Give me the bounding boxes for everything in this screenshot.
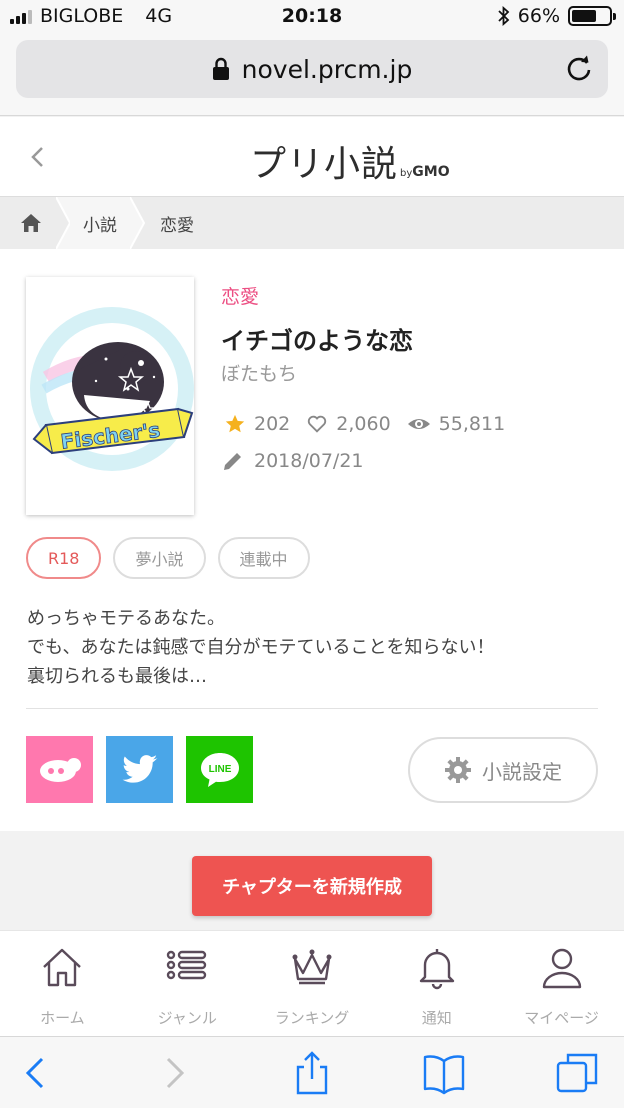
cover-illustration: Fischer's	[26, 277, 194, 515]
description-line: でも、あなたは鈍感で自分がモテていることを知らない！	[27, 637, 495, 658]
nav-label: マイページ	[524, 1009, 599, 1027]
star-count: 202	[224, 413, 290, 435]
bluetooth-icon	[498, 6, 510, 26]
tag-serializing[interactable]: 連載中	[217, 537, 310, 579]
list-icon	[166, 950, 207, 980]
view-count-value: 55,811	[438, 413, 506, 435]
bottom-navigation: ホーム ジャンル ランキング 通知 マイページ	[0, 930, 624, 1036]
description-line: 裏切られるも最後は…	[27, 666, 207, 687]
novel-detail-card: Fischer's 恋愛 イチゴのような恋 ぼたもち 202 2,060 55,…	[0, 249, 624, 831]
site-logo[interactable]: プリ小説 by GMO	[250, 135, 450, 187]
novel-settings-button[interactable]: 小説設定	[408, 737, 598, 803]
novel-description: めっちゃモテるあなた。 でも、あなたは鈍感で自分がモテていることを知らない！ 裏…	[27, 604, 494, 691]
nav-label: ランキング	[274, 1009, 350, 1027]
crown-icon	[292, 949, 332, 985]
bookmarks-icon[interactable]	[422, 1051, 466, 1095]
heart-icon	[308, 415, 327, 433]
like-count-value: 2,060	[336, 413, 391, 435]
breadcrumb-item-novel[interactable]: 小説	[70, 197, 130, 249]
prcm-icon	[39, 757, 81, 782]
tag-r18[interactable]: R18	[26, 537, 102, 579]
status-bar: BIGLOBE 4G 20:18 66%	[0, 0, 624, 34]
line-icon: LINE	[200, 752, 239, 787]
nav-item-notifications[interactable]: 通知	[374, 931, 499, 1036]
browser-toolbar	[0, 1036, 624, 1108]
breadcrumb-label: 恋愛	[160, 215, 194, 236]
breadcrumb-separator	[130, 197, 146, 249]
eye-icon	[407, 419, 430, 429]
tag-dream-novel[interactable]: 夢小説	[113, 537, 206, 579]
cover-image[interactable]: Fischer's	[26, 277, 194, 515]
share-icon[interactable]	[290, 1051, 334, 1095]
home-icon	[21, 214, 41, 232]
novel-title: イチゴのような恋	[221, 327, 413, 355]
logo-by: by	[400, 168, 413, 179]
novel-settings-label: 小説設定	[482, 759, 562, 784]
gear-icon	[445, 757, 471, 783]
url-text: novel.prcm.jp	[241, 54, 413, 84]
breadcrumb: 小説 恋愛	[0, 197, 624, 249]
logo-text: プリ小説	[250, 144, 399, 185]
nav-item-mypage[interactable]: マイページ	[499, 931, 624, 1036]
nav-label: ジャンル	[157, 1009, 217, 1027]
star-count-value: 202	[254, 413, 291, 435]
reload-icon[interactable]	[564, 54, 594, 84]
like-count: 2,060	[306, 413, 391, 435]
lock-icon	[212, 57, 229, 80]
address-field[interactable]: novel.prcm.jp	[16, 40, 608, 98]
nav-label: 通知	[421, 1009, 452, 1027]
nav-item-genre[interactable]: ジャンル	[125, 931, 250, 1036]
bell-icon	[419, 949, 454, 990]
breadcrumb-label: 小説	[83, 215, 117, 236]
star-icon	[225, 414, 245, 433]
share-twitter-button[interactable]	[106, 736, 173, 803]
person-icon	[542, 948, 581, 989]
description-line: めっちゃモテるあなた。	[27, 608, 225, 629]
share-prcm-button[interactable]	[26, 736, 93, 803]
logo-gmo: GMO	[412, 164, 450, 180]
browser-url-bar: novel.prcm.jp	[0, 34, 624, 116]
twitter-icon	[122, 754, 157, 783]
battery-icon	[568, 6, 616, 26]
back-chevron-icon[interactable]	[24, 143, 52, 171]
breadcrumb-item-romance[interactable]: 恋愛	[160, 197, 194, 249]
breadcrumb-home[interactable]	[20, 197, 42, 249]
browser-forward-icon[interactable]	[152, 1051, 196, 1095]
nav-item-ranking[interactable]: ランキング	[250, 931, 375, 1036]
pencil-icon	[224, 453, 241, 470]
tag-list: R18 夢小説 連載中	[26, 537, 310, 579]
site-header: プリ小説 by GMO	[0, 117, 624, 197]
battery-percent: 66%	[517, 5, 560, 27]
author-name[interactable]: ぼたもち	[221, 359, 297, 386]
browser-back-icon[interactable]	[14, 1051, 58, 1095]
novel-stats: 202 2,060 55,811	[224, 413, 521, 435]
update-date-value: 2018/07/21	[254, 450, 364, 472]
divider	[26, 708, 598, 709]
update-date: 2018/07/21	[222, 450, 364, 472]
new-chapter-button[interactable]: チャプターを新規作成	[192, 856, 432, 916]
nav-item-home[interactable]: ホーム	[0, 931, 125, 1036]
nav-label: ホーム	[40, 1009, 85, 1027]
svg-text:LINE: LINE	[208, 764, 231, 775]
share-line-button[interactable]: LINE	[186, 736, 253, 803]
genre-label[interactable]: 恋愛	[221, 282, 259, 309]
tabs-icon[interactable]	[556, 1051, 600, 1095]
home-icon	[43, 948, 82, 987]
view-count: 55,811	[407, 413, 505, 435]
